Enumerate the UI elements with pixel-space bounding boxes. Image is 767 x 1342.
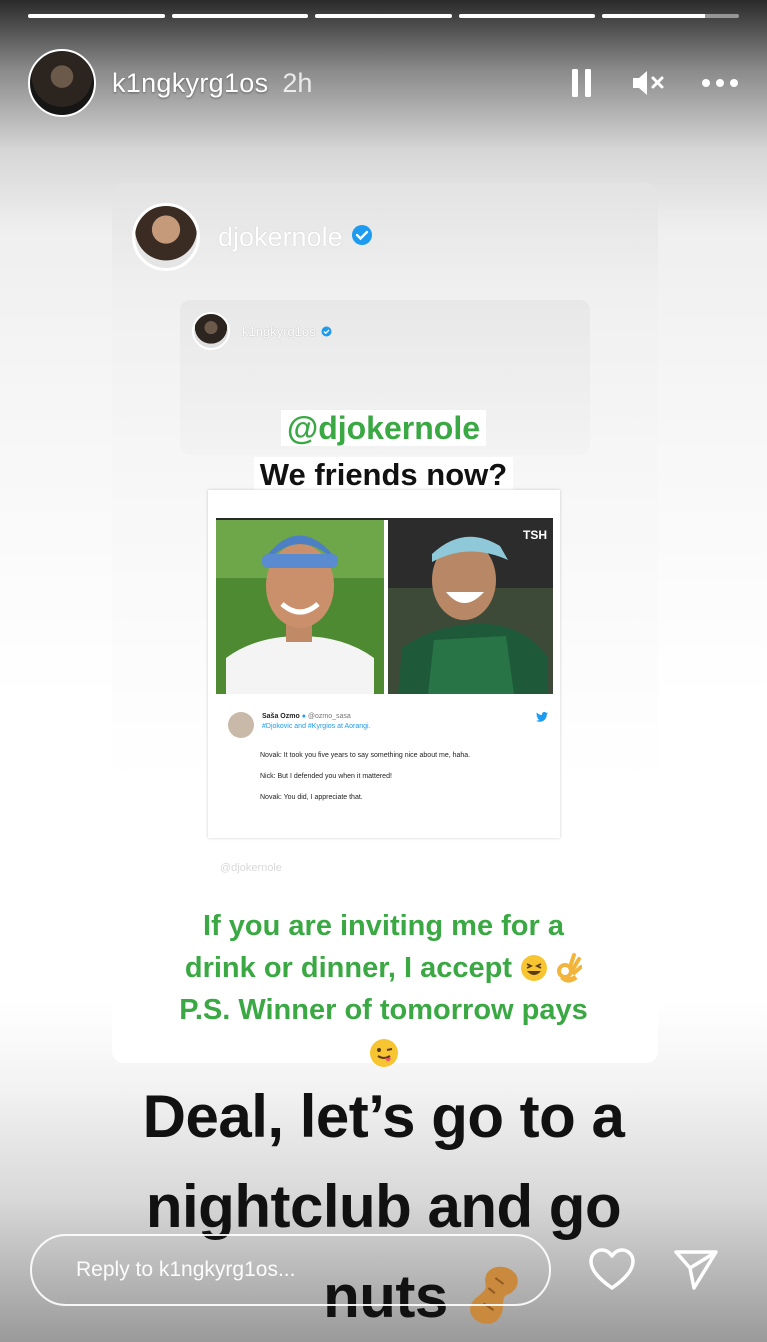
tweet-handle: @ozmo_sasa	[307, 713, 351, 720]
tweet-card: Saša Ozmo ● @ozmo_sasa #Djokovic and #Ky…	[228, 712, 548, 801]
tweet-author: Saša Ozmo	[262, 713, 300, 720]
post-time: 2h	[282, 67, 313, 98]
tweet-line: Novak: You did, I appreciate that.	[260, 794, 363, 801]
shared-post-header: djokernole	[132, 203, 373, 271]
avatar[interactable]	[28, 49, 96, 117]
verified-badge-icon	[351, 224, 373, 250]
story-progress	[28, 14, 739, 19]
caption-line: drink or dinner, I accept	[184, 952, 513, 984]
header-controls	[569, 67, 739, 99]
story-header: k1ngkyrg1os 2h	[28, 46, 739, 120]
heart-icon[interactable]	[588, 1248, 636, 1296]
reply-bar[interactable]	[30, 1234, 551, 1306]
progress-segment	[171, 14, 309, 18]
avatar	[132, 203, 200, 271]
mention-text[interactable]: @djokernole	[0, 410, 767, 447]
mute-icon[interactable]	[631, 68, 665, 98]
tweet-line: Novak: It took you five years to say som…	[260, 752, 471, 759]
reply-caption: If you are inviting me for a drink or di…	[0, 905, 767, 1031]
send-icon[interactable]	[672, 1248, 720, 1296]
tweet-line: Nick: But I defended you when it mattere…	[260, 773, 392, 780]
reply-input[interactable]	[76, 1258, 346, 1282]
more-icon[interactable]	[701, 78, 739, 88]
shared-author-name: djokernole	[218, 221, 343, 252]
progress-segment	[28, 14, 165, 18]
twitter-bird-icon	[536, 712, 548, 725]
caption-line: P.S. Winner of tomorrow pays	[179, 994, 588, 1026]
ok-hand-emoji-icon	[556, 952, 584, 984]
photo-kyrgios: TSH	[388, 518, 553, 694]
avatar	[192, 312, 230, 350]
winking-tongue-emoji-icon	[0, 1038, 767, 1072]
laughing-emoji-icon	[520, 952, 556, 984]
photo-badge: TSH	[523, 528, 547, 542]
verified-badge-icon	[321, 322, 332, 341]
photo-djokovic	[216, 518, 384, 694]
faint-mention-tag: @djokernole	[220, 862, 282, 874]
progress-segment	[602, 14, 739, 18]
username[interactable]: k1ngkyrg1os	[112, 68, 268, 99]
nested-author-name: k1ngkyrg1os	[242, 323, 316, 339]
tweet-screenshot: TSH Saša Ozmo ● @ozmo_sasa #Djokovic and…	[208, 490, 560, 838]
nested-caption: We friends now?	[0, 457, 767, 493]
caption-line: Deal, let’s go to a	[142, 1083, 625, 1150]
progress-segment	[315, 14, 452, 18]
divider	[216, 518, 552, 520]
verified-badge-icon: ●	[301, 713, 306, 720]
progress-segment	[458, 14, 596, 18]
avatar	[228, 712, 254, 738]
pause-icon[interactable]	[569, 67, 595, 99]
tweet-text: #Djokovic and #Kyrgios at Aorangi.	[262, 723, 371, 730]
caption-line: If you are inviting me for a	[203, 910, 564, 942]
nested-post-header: k1ngkyrg1os	[192, 312, 332, 350]
